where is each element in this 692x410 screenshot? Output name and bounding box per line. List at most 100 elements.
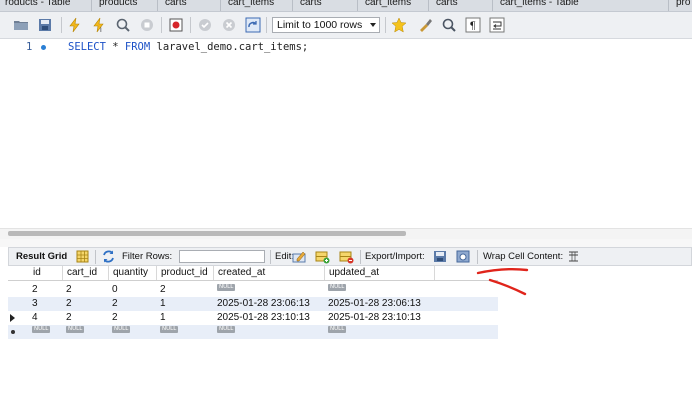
- limit-rows-select[interactable]: Limit to 1000 rows: [272, 17, 380, 33]
- toolbar-divider: [270, 250, 271, 264]
- null-badge: NULL: [160, 326, 179, 333]
- cell-updated-at[interactable]: NULL: [328, 283, 435, 297]
- cell-id[interactable]: 4: [32, 311, 63, 325]
- import-icon[interactable]: [456, 249, 471, 264]
- cell-created-at[interactable]: 2025-01-28 23:10:13: [217, 311, 325, 325]
- brush-icon[interactable]: [416, 16, 434, 34]
- tab-cart-items-table[interactable]: cart_items - Table: [500, 0, 579, 8]
- cell-created-at[interactable]: NULL: [217, 283, 325, 297]
- column-header-cart-id[interactable]: cart_id: [63, 266, 109, 280]
- cell-cart-id[interactable]: 2: [66, 311, 109, 325]
- cell-quantity[interactable]: 2: [112, 311, 157, 325]
- toolbar-divider: [385, 17, 386, 33]
- scrollbar-thumb[interactable]: [8, 231, 406, 236]
- tab-separator: [292, 0, 293, 11]
- tab-products[interactable]: products: [99, 0, 137, 8]
- rollback-icon[interactable]: [220, 16, 238, 34]
- sql-editor[interactable]: 1 SELECT * FROM laravel_demo.cart_items;: [0, 39, 692, 229]
- tab-roducts-table[interactable]: roducts - Table: [5, 0, 70, 8]
- cell-updated-at[interactable]: 2025-01-28 23:06:13: [328, 297, 435, 311]
- red-annotation-arrow: [476, 268, 529, 296]
- null-badge: NULL: [217, 326, 236, 333]
- table-row[interactable]: 3 2 2 1 2025-01-28 23:06:13 2025-01-28 23:06:…: [8, 297, 498, 311]
- null-badge: NULL: [112, 326, 131, 333]
- cell-created-at[interactable]: NULL: [217, 325, 325, 339]
- cell-product-id[interactable]: 1: [160, 297, 214, 311]
- invisible-chars-icon[interactable]: ¶: [464, 16, 482, 34]
- explain-icon[interactable]: [114, 16, 132, 34]
- execute-current-icon[interactable]: I: [90, 16, 108, 34]
- column-header-quantity[interactable]: quantity: [109, 266, 157, 280]
- toggle-error-icon[interactable]: [167, 16, 185, 34]
- find-icon[interactable]: [440, 16, 458, 34]
- tab-carts[interactable]: carts: [300, 0, 322, 8]
- line-number: 1: [26, 41, 33, 53]
- tab-separator: [91, 0, 92, 11]
- tab-separator: [492, 0, 493, 11]
- cell-id[interactable]: 2: [32, 283, 63, 297]
- result-grid-tab[interactable]: Result Grid: [16, 251, 67, 262]
- column-header-id[interactable]: id: [29, 266, 63, 280]
- keyword-from: FROM: [124, 41, 151, 53]
- tab-separator: [668, 0, 669, 11]
- wrap-icon[interactable]: [488, 16, 506, 34]
- grid-view-icon[interactable]: [75, 249, 90, 264]
- new-row[interactable]: NULL NULL NULL NULL NULL NULL: [8, 325, 498, 339]
- cell-id[interactable]: 3: [32, 297, 63, 311]
- refresh-icon[interactable]: [101, 249, 116, 264]
- cell-quantity[interactable]: NULL: [112, 325, 157, 339]
- null-badge: NULL: [328, 284, 347, 291]
- cell-product-id[interactable]: NULL: [160, 325, 214, 339]
- cell-cart-id[interactable]: 2: [66, 283, 109, 297]
- cell-id[interactable]: NULL: [32, 325, 63, 339]
- stop-icon[interactable]: [138, 16, 156, 34]
- table-row[interactable]: 2 2 0 2 NULL NULL: [8, 283, 498, 297]
- toolbar-divider: [61, 17, 62, 33]
- add-row-icon[interactable]: [315, 249, 330, 264]
- filter-rows-input[interactable]: [179, 250, 265, 263]
- keyword-select: SELECT: [68, 41, 106, 53]
- svg-text:I: I: [100, 27, 102, 33]
- open-folder-icon[interactable]: [12, 16, 30, 34]
- table-row[interactable]: 4 2 2 1 2025-01-28 23:10:13 2025-01-28 23:10:…: [8, 311, 498, 325]
- tab-pro[interactable]: pro: [676, 0, 690, 8]
- cell-product-id[interactable]: 1: [160, 311, 214, 325]
- commit-icon[interactable]: [196, 16, 214, 34]
- delete-row-icon[interactable]: [339, 249, 354, 264]
- editor-toolbar: I Limit to 1000 rows ¶: [0, 12, 692, 39]
- cell-cart-id[interactable]: NULL: [66, 325, 109, 339]
- tab-separator: [157, 0, 158, 11]
- null-badge: NULL: [217, 284, 236, 291]
- edit-row-icon[interactable]: [292, 249, 307, 264]
- cell-quantity[interactable]: 0: [112, 283, 157, 297]
- null-badge: NULL: [66, 326, 85, 333]
- code-star: *: [105, 41, 125, 53]
- cell-quantity[interactable]: 2: [112, 297, 157, 311]
- tab-cart-items[interactable]: cart_items: [228, 0, 274, 8]
- tab-carts[interactable]: carts: [436, 0, 458, 8]
- beautify-icon[interactable]: [390, 16, 408, 34]
- limit-rows-label: Limit to 1000 rows: [277, 19, 363, 31]
- column-header-product-id[interactable]: product_id: [157, 266, 214, 280]
- cell-updated-at[interactable]: NULL: [328, 325, 435, 339]
- column-header-created-at[interactable]: created_at: [214, 266, 325, 280]
- autocommit-icon[interactable]: [244, 16, 262, 34]
- cell-updated-at[interactable]: 2025-01-28 23:10:13: [328, 311, 435, 325]
- sql-code-line[interactable]: SELECT * FROM laravel_demo.cart_items;: [68, 41, 308, 53]
- execute-icon[interactable]: [66, 16, 84, 34]
- save-icon[interactable]: [36, 16, 54, 34]
- null-badge: NULL: [32, 326, 51, 333]
- export-icon[interactable]: [433, 249, 448, 264]
- cell-cart-id[interactable]: 2: [66, 297, 109, 311]
- filter-rows-label: Filter Rows:: [122, 251, 173, 262]
- panel-splitter[interactable]: [0, 239, 692, 247]
- column-header-updated-at[interactable]: updated_at: [325, 266, 435, 280]
- cell-created-at[interactable]: 2025-01-28 23:06:13: [217, 297, 325, 311]
- tab-carts[interactable]: carts: [165, 0, 187, 8]
- wrap-cell-icon[interactable]: [566, 249, 581, 264]
- tab-separator: [357, 0, 358, 11]
- cell-product-id[interactable]: 2: [160, 283, 214, 297]
- tab-cart-items[interactable]: cart_items: [365, 0, 411, 8]
- grid-header-row: id cart_id quantity product_id created_at upd…: [8, 266, 498, 281]
- toolbar-divider: [360, 250, 361, 264]
